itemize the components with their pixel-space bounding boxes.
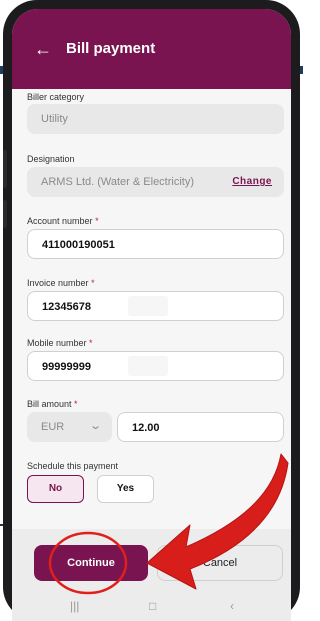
highlight-circle [48,531,128,595]
pointer-arrow [146,453,289,590]
annotation-overlay [48,453,289,595]
